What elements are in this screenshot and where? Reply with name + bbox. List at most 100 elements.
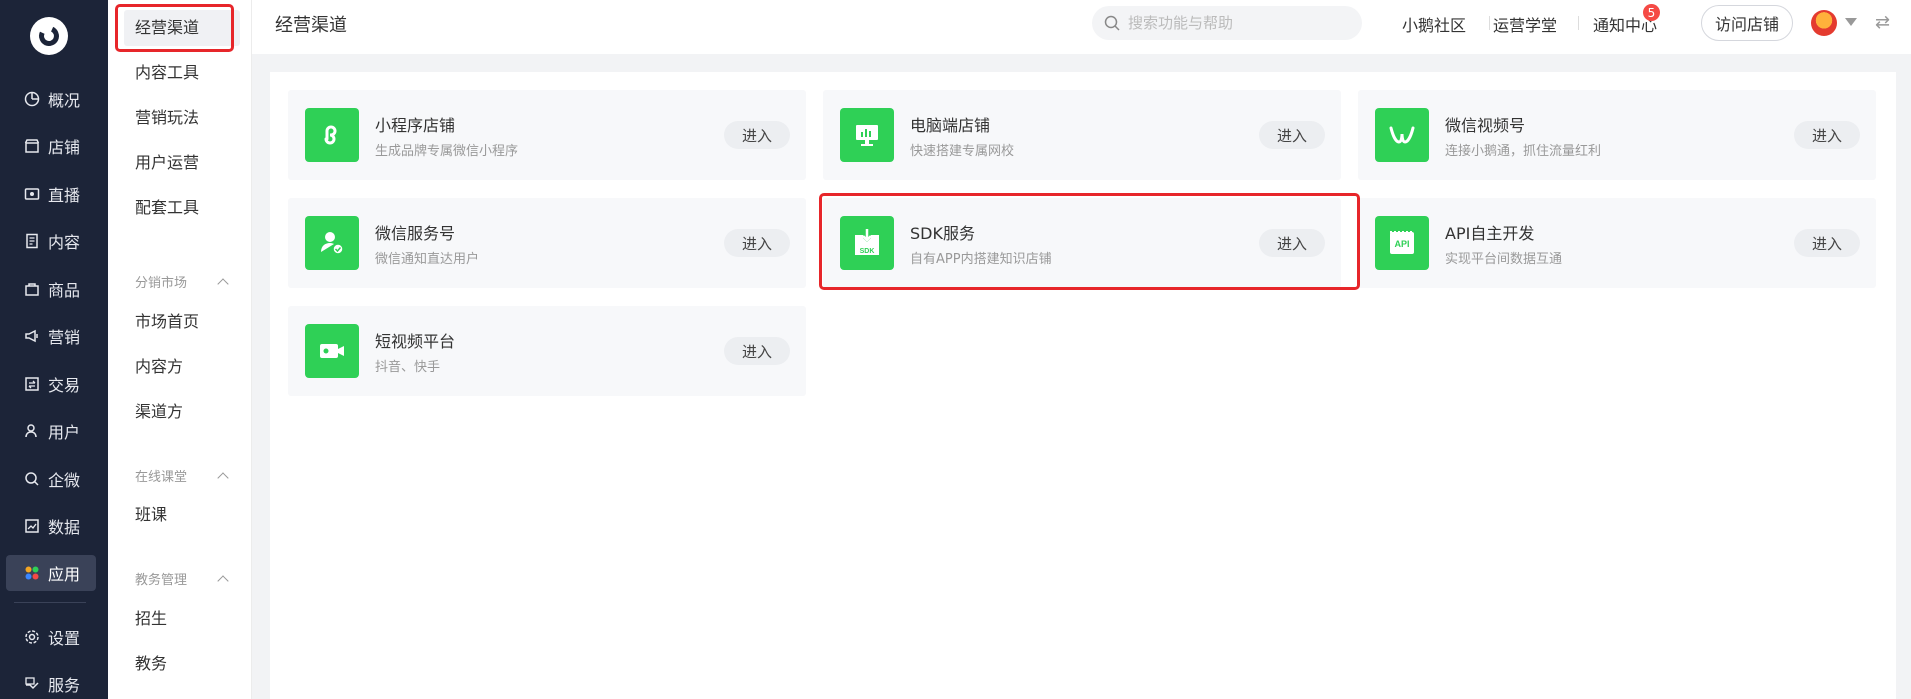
logo-icon[interactable] (30, 17, 68, 55)
submenu-item-channel-side[interactable]: 渠道方 (135, 400, 183, 424)
chevron-up-icon (217, 574, 229, 587)
search-input[interactable] (1128, 14, 1348, 32)
search-icon (1104, 15, 1120, 31)
submenu-item-content-tools[interactable]: 内容工具 (135, 61, 199, 85)
submenu-item-academic[interactable]: 教务 (135, 652, 167, 676)
nav-item-live[interactable]: 直播 (6, 176, 96, 212)
header-divider (1578, 16, 1579, 30)
card-desc: 实现平台间数据互通 (1445, 252, 1563, 267)
user-icon (22, 421, 42, 441)
search-box[interactable] (1092, 6, 1362, 40)
nav-item-overview[interactable]: 概况 (6, 81, 96, 117)
chevron-up-icon (217, 471, 229, 484)
mini-program-icon (305, 108, 359, 162)
card-title: 微信视频号 (1445, 116, 1526, 135)
submenu-group-title: 在线课堂 (135, 470, 188, 485)
academy-link[interactable]: 运营学堂 (1493, 12, 1557, 36)
nav-item-apps[interactable]: 应用 (6, 555, 96, 591)
nav-item-label: 直播 (48, 186, 81, 205)
card-desc: 快速搭建专属网校 (910, 144, 1015, 159)
swap-icon[interactable]: ⇄ (1875, 12, 1890, 33)
submenu-item-class[interactable]: 班课 (135, 503, 167, 527)
enter-button[interactable]: 进入 (724, 337, 790, 365)
submenu-item-user-ops[interactable]: 用户运营 (135, 151, 199, 175)
wecom-icon (22, 469, 42, 489)
submenu-item-market-home[interactable]: 市场首页 (135, 310, 199, 334)
caret-down-icon[interactable] (1845, 18, 1857, 26)
chevron-up-icon (217, 277, 229, 290)
submenu-item-enroll[interactable]: 招生 (135, 607, 167, 631)
top-header: 经营渠道 小鹅社区 运营学堂 通知中心 5 访问店铺 ⇄ (252, 0, 1911, 54)
submenu-group-online-class[interactable]: 在线课堂 (135, 466, 229, 485)
live-icon (22, 184, 42, 204)
header-divider (1489, 16, 1490, 30)
nav-item-transaction[interactable]: 交易 (6, 366, 96, 402)
card-title: 小程序店铺 (375, 116, 456, 135)
card-desc: 自有APP内搭建知识店铺 (910, 252, 1052, 267)
svg-text:API: API (1394, 239, 1409, 249)
submenu-group-distribution[interactable]: 分销市场 (135, 272, 229, 291)
nav-item-data[interactable]: 数据 (6, 508, 96, 544)
data-icon (22, 516, 42, 536)
nav-divider (14, 602, 86, 603)
content-panel: 小程序店铺 生成品牌专属微信小程序 进入 电脑端店铺 快速搭建专属网校 进入 微… (270, 72, 1896, 699)
api-icon: API (1375, 216, 1429, 270)
nav-item-label: 店铺 (48, 138, 81, 157)
service-icon (22, 674, 42, 694)
submenu-item-channels[interactable]: 经营渠道 (135, 16, 199, 40)
enter-button[interactable]: 进入 (1259, 121, 1325, 149)
nav-item-label: 概况 (48, 91, 81, 110)
goods-icon (22, 279, 42, 299)
svg-text:SDK: SDK (860, 248, 875, 255)
document-icon (22, 231, 42, 251)
page-title: 经营渠道 (275, 15, 347, 36)
transaction-icon (22, 374, 42, 394)
nav-item-label: 营销 (48, 328, 81, 347)
avatar[interactable] (1811, 10, 1837, 36)
apps-icon (22, 563, 42, 583)
nav-item-goods[interactable]: 商品 (6, 271, 96, 307)
card-api-development: API API自主开发 实现平台间数据互通 进入 (1358, 198, 1876, 288)
card-desc: 生成品牌专属微信小程序 (375, 144, 519, 159)
submenu-group-academic[interactable]: 教务管理 (135, 569, 229, 588)
main-nav: 概况 店铺 直播 内容 商品 营销 交易 用户 企微 数据 应用 设置 服务 (0, 0, 108, 699)
card-desc: 微信通知直达用户 (375, 252, 480, 267)
community-link[interactable]: 小鹅社区 (1402, 12, 1466, 36)
enter-button[interactable]: 进入 (1794, 229, 1860, 257)
nav-item-label: 数据 (48, 518, 81, 537)
nav-item-content[interactable]: 内容 (6, 223, 96, 259)
channels-icon (1375, 108, 1429, 162)
nav-item-label: 商品 (48, 281, 81, 300)
card-title: 短视频平台 (375, 332, 456, 351)
submenu-item-support-tools[interactable]: 配套工具 (135, 196, 199, 220)
nav-item-user[interactable]: 用户 (6, 413, 96, 449)
video-camera-icon (305, 324, 359, 378)
nav-item-label: 应用 (48, 565, 81, 584)
nav-item-label: 服务 (48, 676, 81, 695)
nav-item-label: 交易 (48, 376, 81, 395)
enter-button[interactable]: 进入 (724, 121, 790, 149)
card-wechat-channels: 微信视频号 连接小鹅通，抓住流量红利 进入 (1358, 90, 1876, 180)
sdk-icon: SDK (840, 216, 894, 270)
enter-button[interactable]: 进入 (724, 229, 790, 257)
card-desc: 抖音、快手 (375, 360, 441, 375)
submenu-item-marketing-play[interactable]: 营销玩法 (135, 106, 199, 130)
card-mini-program-store: 小程序店铺 生成品牌专属微信小程序 进入 (288, 90, 806, 180)
submenu-group-title: 教务管理 (135, 573, 188, 588)
card-wechat-service-account: 微信服务号 微信通知直达用户 进入 (288, 198, 806, 288)
card-title: API自主开发 (1445, 224, 1535, 243)
card-desktop-store: 电脑端店铺 快速搭建专属网校 进入 (823, 90, 1341, 180)
nav-item-store[interactable]: 店铺 (6, 128, 96, 164)
nav-item-settings[interactable]: 设置 (6, 619, 96, 655)
visit-store-button[interactable]: 访问店铺 (1701, 5, 1793, 41)
enter-button[interactable]: 进入 (1794, 121, 1860, 149)
card-desc: 连接小鹅通，抓住流量红利 (1445, 144, 1602, 159)
nav-item-service[interactable]: 服务 (6, 666, 96, 699)
gear-icon (22, 627, 42, 647)
enter-button[interactable]: 进入 (1259, 229, 1325, 257)
submenu-item-content-side[interactable]: 内容方 (135, 355, 183, 379)
desktop-icon (840, 108, 894, 162)
nav-item-marketing[interactable]: 营销 (6, 318, 96, 354)
secondary-menu: 经营渠道 内容工具 营销玩法 用户运营 配套工具 分销市场 市场首页 内容方 渠… (108, 0, 252, 699)
nav-item-wecom[interactable]: 企微 (6, 461, 96, 497)
